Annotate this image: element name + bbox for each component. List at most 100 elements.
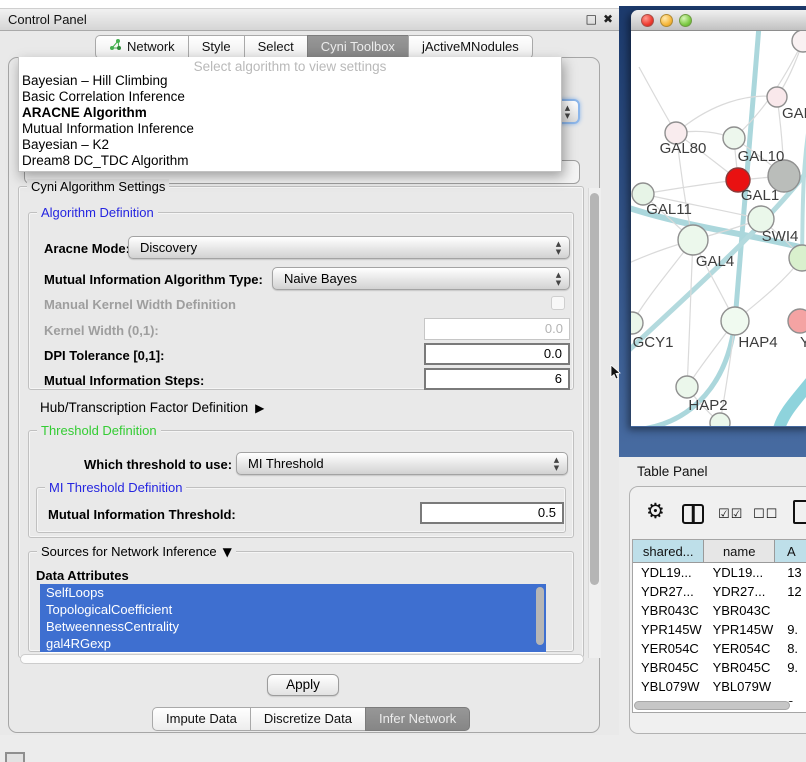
table-cell[interactable]: YER054C — [633, 639, 705, 658]
table-row[interactable]: YBL079WYBL079W — [633, 677, 806, 696]
tab-jactivemnodules[interactable]: jActiveMNodules — [408, 35, 533, 59]
table-row[interactable]: YBR043CYBR043C — [633, 601, 806, 620]
table-cell[interactable]: 9. — [775, 620, 806, 639]
table-cell[interactable]: YBR043C — [705, 601, 776, 620]
table-cell[interactable] — [775, 677, 806, 696]
table-cell[interactable]: 8. — [775, 639, 806, 658]
tab-impute-data[interactable]: Impute Data — [152, 707, 250, 731]
network-edge[interactable] — [643, 180, 738, 194]
attribute-item-gal4rgexp[interactable]: gal4RGexp — [40, 635, 546, 652]
combo-arrows-icon: ▲▼ — [551, 456, 562, 472]
algorithm-option-dream8-dc-tdc-algorithm[interactable]: Dream8 DC_TDC Algorithm — [19, 153, 561, 169]
table-horizontal-scrollbar[interactable] — [634, 701, 790, 710]
table-row[interactable]: YER054CYER054C8. — [633, 639, 806, 658]
apply-button[interactable]: Apply — [267, 674, 339, 696]
column-header-partial[interactable]: A — [775, 540, 806, 562]
table-row[interactable]: YPR145WYPR145W9. — [633, 620, 806, 639]
network-node-label: GAL11 — [646, 201, 692, 218]
kernel-width-field[interactable]: 0.0 — [424, 318, 570, 340]
sources-group-title[interactable]: Sources for Network Inference ▼ — [37, 544, 236, 559]
close-icon[interactable]: ✖ — [603, 12, 613, 26]
table-cell[interactable]: YDR27... — [705, 582, 776, 601]
table-cell[interactable]: YPR145W — [705, 620, 776, 639]
tab-select[interactable]: Select — [244, 35, 307, 59]
network-view-window[interactable]: GALGAL80GAL10GAL1GAL11SWI4GAL4GCY1HAP4YH… — [631, 10, 806, 427]
columns-icon[interactable] — [682, 504, 704, 524]
gear-icon[interactable]: ⚙ — [646, 499, 665, 523]
table-cell[interactable]: 12 — [775, 582, 806, 601]
dpi-tolerance-field[interactable]: 0.0 — [424, 343, 570, 365]
attributes-list-scrollbar[interactable] — [536, 587, 544, 645]
combo-arrows-icon: ▲▼ — [562, 104, 573, 120]
table-cell[interactable]: YDL19... — [705, 563, 776, 582]
table-cell[interactable]: YBL079W — [633, 677, 705, 696]
aracne-mode-select[interactable]: Discovery ▲▼ — [128, 236, 570, 259]
table-cell[interactable]: YBR043C — [633, 601, 705, 620]
network-node-unlabeled[interactable] — [710, 413, 730, 426]
document-icon[interactable] — [793, 500, 806, 524]
table-cell[interactable]: YDL19... — [633, 563, 705, 582]
tab-infer-network[interactable]: Infer Network — [365, 707, 470, 731]
attribute-item-selfloops[interactable]: SelfLoops — [40, 584, 546, 601]
checked-columns-icon[interactable]: ☑☑ — [718, 507, 743, 522]
table-cell[interactable]: YER054C — [705, 639, 776, 658]
mi-algorithm-type-value: Naive Bayes — [284, 268, 357, 289]
threshold-value: MI Threshold — [248, 453, 324, 474]
table-row[interactable]: YBR045CYBR045C9. — [633, 658, 806, 677]
algorithm-option-mutual-information-inference[interactable]: Mutual Information Inference — [19, 121, 561, 137]
table-cell[interactable]: YBR045C — [705, 658, 776, 677]
network-node-gal[interactable] — [767, 87, 787, 107]
algorithm-option-bayesian-hill-climbing[interactable]: Bayesian – Hill Climbing — [19, 73, 561, 89]
data-attributes-list[interactable]: SelfLoopsTopologicalCoefficientBetweenne… — [40, 584, 546, 653]
zoom-traffic-light-icon[interactable] — [679, 14, 692, 27]
tab-network[interactable]: Network — [95, 35, 188, 59]
algorithm-option-aracne-algorithm[interactable]: ARACNE Algorithm — [19, 105, 561, 121]
attribute-item-betweennesscentrality[interactable]: BetweennessCentrality — [40, 618, 546, 635]
bottom-left-widget[interactable] — [5, 752, 25, 762]
algorithm-option-bayesian-k2[interactable]: Bayesian – K2 — [19, 137, 561, 153]
column-header-shared-name[interactable]: shared... — [633, 540, 704, 562]
network-canvas[interactable]: GALGAL80GAL10GAL1GAL11SWI4GAL4GCY1HAP4YH… — [631, 31, 806, 426]
mi-threshold-field[interactable]: 0.5 — [420, 502, 564, 524]
tab-cyni-toolbox[interactable]: Cyni Toolbox — [307, 35, 408, 59]
table-cell[interactable]: YDR27... — [633, 582, 705, 601]
hub-transcription-factor-expander[interactable]: Hub/Transcription Factor Definition ▶ — [40, 400, 264, 415]
network-edge[interactable] — [734, 41, 803, 138]
unchecked-columns-icon[interactable]: ☐☐ — [753, 507, 778, 522]
network-node-gal4[interactable] — [678, 225, 708, 255]
float-window-icon[interactable]: □ — [586, 12, 597, 26]
tab-discretize-data[interactable]: Discretize Data — [250, 707, 365, 731]
network-node-hap4[interactable] — [721, 307, 749, 335]
table-cell[interactable]: YPR145W — [633, 620, 705, 639]
table-row[interactable]: YDL19...YDL19...13 — [633, 563, 806, 582]
network-node-gal10[interactable] — [723, 127, 745, 149]
manual-kernel-width-checkbox[interactable] — [551, 296, 565, 310]
table-cell[interactable] — [775, 601, 806, 620]
mi-steps-field[interactable]: 6 — [424, 368, 570, 390]
network-node-hap2[interactable] — [676, 376, 698, 398]
network-edge[interactable] — [676, 96, 777, 133]
network-window-titlebar[interactable] — [631, 10, 806, 31]
table-row[interactable]: YDR27...YDR27...12 — [633, 582, 806, 601]
table-cell[interactable]: 9. — [775, 658, 806, 677]
network-edge-highlighted[interactable] — [779, 379, 806, 426]
close-traffic-light-icon[interactable] — [641, 14, 654, 27]
tab-style[interactable]: Style — [188, 35, 244, 59]
minimize-traffic-light-icon[interactable] — [660, 14, 673, 27]
network-node-gcy1[interactable] — [631, 312, 643, 334]
network-edge[interactable] — [687, 240, 693, 387]
mi-algorithm-type-select[interactable]: Naive Bayes ▲▼ — [272, 267, 570, 290]
network-node-y[interactable] — [788, 309, 806, 333]
table-cell[interactable]: 13 — [775, 563, 806, 582]
threshold-select[interactable]: MI Threshold ▲▼ — [236, 452, 568, 475]
network-node-unlabeled[interactable] — [792, 31, 806, 52]
algorithm-option-basic-correlation-inference[interactable]: Basic Correlation Inference — [19, 89, 561, 105]
settings-horizontal-scrollbar[interactable] — [20, 654, 584, 664]
mi-threshold-label: Mutual Information Threshold: — [48, 507, 236, 522]
attribute-item-topologicalcoefficient[interactable]: TopologicalCoefficient — [40, 601, 546, 618]
settings-scrollbar-thumb[interactable] — [590, 193, 599, 585]
column-header-name[interactable]: name — [704, 540, 775, 562]
table-cell[interactable]: YBR045C — [633, 658, 705, 677]
table-cell[interactable]: YBL079W — [705, 677, 776, 696]
network-node-unlabeled[interactable] — [789, 245, 806, 271]
